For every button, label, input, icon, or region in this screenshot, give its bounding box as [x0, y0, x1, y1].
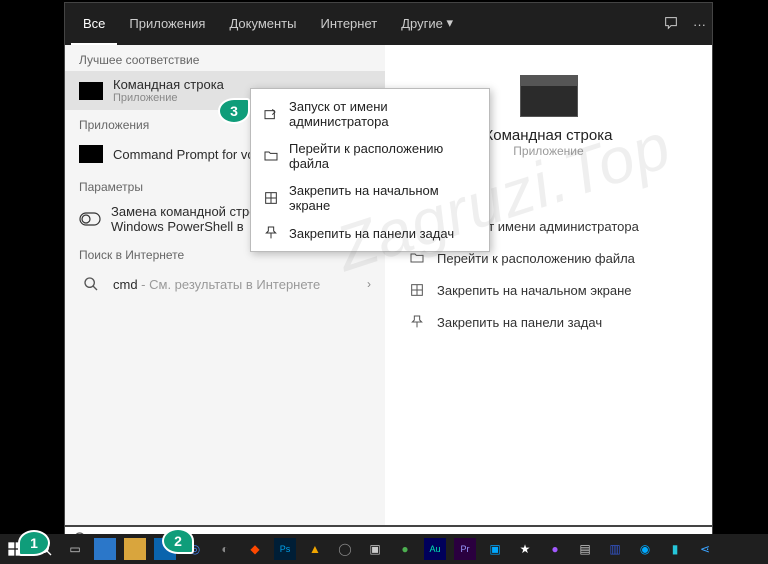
taskbar-app[interactable]: ▣	[364, 538, 386, 560]
taskbar-app[interactable]	[94, 538, 116, 560]
cmd-icon	[79, 79, 103, 103]
toggle-icon	[79, 207, 101, 231]
section-best-match: Лучшее соответствие	[65, 45, 385, 71]
result-web-cmd[interactable]: cmd - См. результаты в Интернете ›	[65, 266, 385, 302]
ctx-pin-taskbar[interactable]: Закрепить на панели задач	[251, 219, 489, 247]
chevron-right-icon: ›	[367, 277, 371, 291]
context-menu: Запуск от имени администратора Перейти к…	[250, 88, 490, 252]
tab-more[interactable]: Другие ▾	[389, 3, 465, 45]
taskbar-app[interactable]: ★	[514, 538, 536, 560]
task-view-icon[interactable]: ▭	[64, 538, 86, 560]
action-pin-start[interactable]: Закрепить на начальном экране	[401, 274, 696, 306]
cmd-icon	[79, 142, 103, 166]
taskbar-app[interactable]: ▣	[484, 538, 506, 560]
taskbar-app[interactable]: ⋖	[694, 538, 716, 560]
taskbar-app[interactable]: Pr	[454, 538, 476, 560]
taskbar-app[interactable]: ●	[544, 538, 566, 560]
search-panel: Все Приложения Документы Интернет Другие…	[64, 2, 713, 526]
ctx-run-admin[interactable]: Запуск от имени администратора	[251, 93, 489, 135]
taskbar-app[interactable]: ●	[394, 538, 416, 560]
taskbar-app[interactable]: ▲	[304, 538, 326, 560]
tab-docs[interactable]: Документы	[217, 3, 308, 45]
taskbar-app[interactable]: ▥	[604, 538, 626, 560]
taskbar-app[interactable]: ◉	[634, 538, 656, 560]
ctx-pin-start[interactable]: Закрепить на начальном экране	[251, 177, 489, 219]
taskbar-app[interactable]: ◯	[334, 538, 356, 560]
options-icon[interactable]: ···	[693, 17, 706, 32]
taskbar-app[interactable]: ◐	[214, 538, 236, 560]
preview-app-icon	[520, 75, 578, 117]
tab-web[interactable]: Интернет	[308, 3, 389, 45]
annotation-badge-2: 2	[162, 528, 194, 554]
taskbar-app[interactable]: ▤	[574, 538, 596, 560]
tab-all[interactable]: Все	[71, 3, 117, 45]
search-tabs: Все Приложения Документы Интернет Другие…	[65, 3, 712, 45]
taskbar-app[interactable]: Ps	[274, 538, 296, 560]
taskbar-app[interactable]: ▮	[664, 538, 686, 560]
taskbar-app[interactable]: Au	[424, 538, 446, 560]
tab-apps[interactable]: Приложения	[117, 3, 217, 45]
ctx-open-location[interactable]: Перейти к расположению файла	[251, 135, 489, 177]
search-icon	[79, 272, 103, 296]
taskbar: ▭ ◎ ◐ ◆ Ps ▲ ◯ ▣ ● Au Pr ▣ ★ ● ▤ ▥ ◉ ▮ ⋖	[0, 534, 768, 564]
action-pin-taskbar[interactable]: Закрепить на панели задач	[401, 306, 696, 338]
feedback-icon[interactable]	[663, 15, 679, 34]
annotation-badge-1: 1	[18, 530, 50, 556]
taskbar-app[interactable]	[124, 538, 146, 560]
taskbar-app[interactable]: ◆	[244, 538, 266, 560]
annotation-badge-3: 3	[218, 98, 250, 124]
